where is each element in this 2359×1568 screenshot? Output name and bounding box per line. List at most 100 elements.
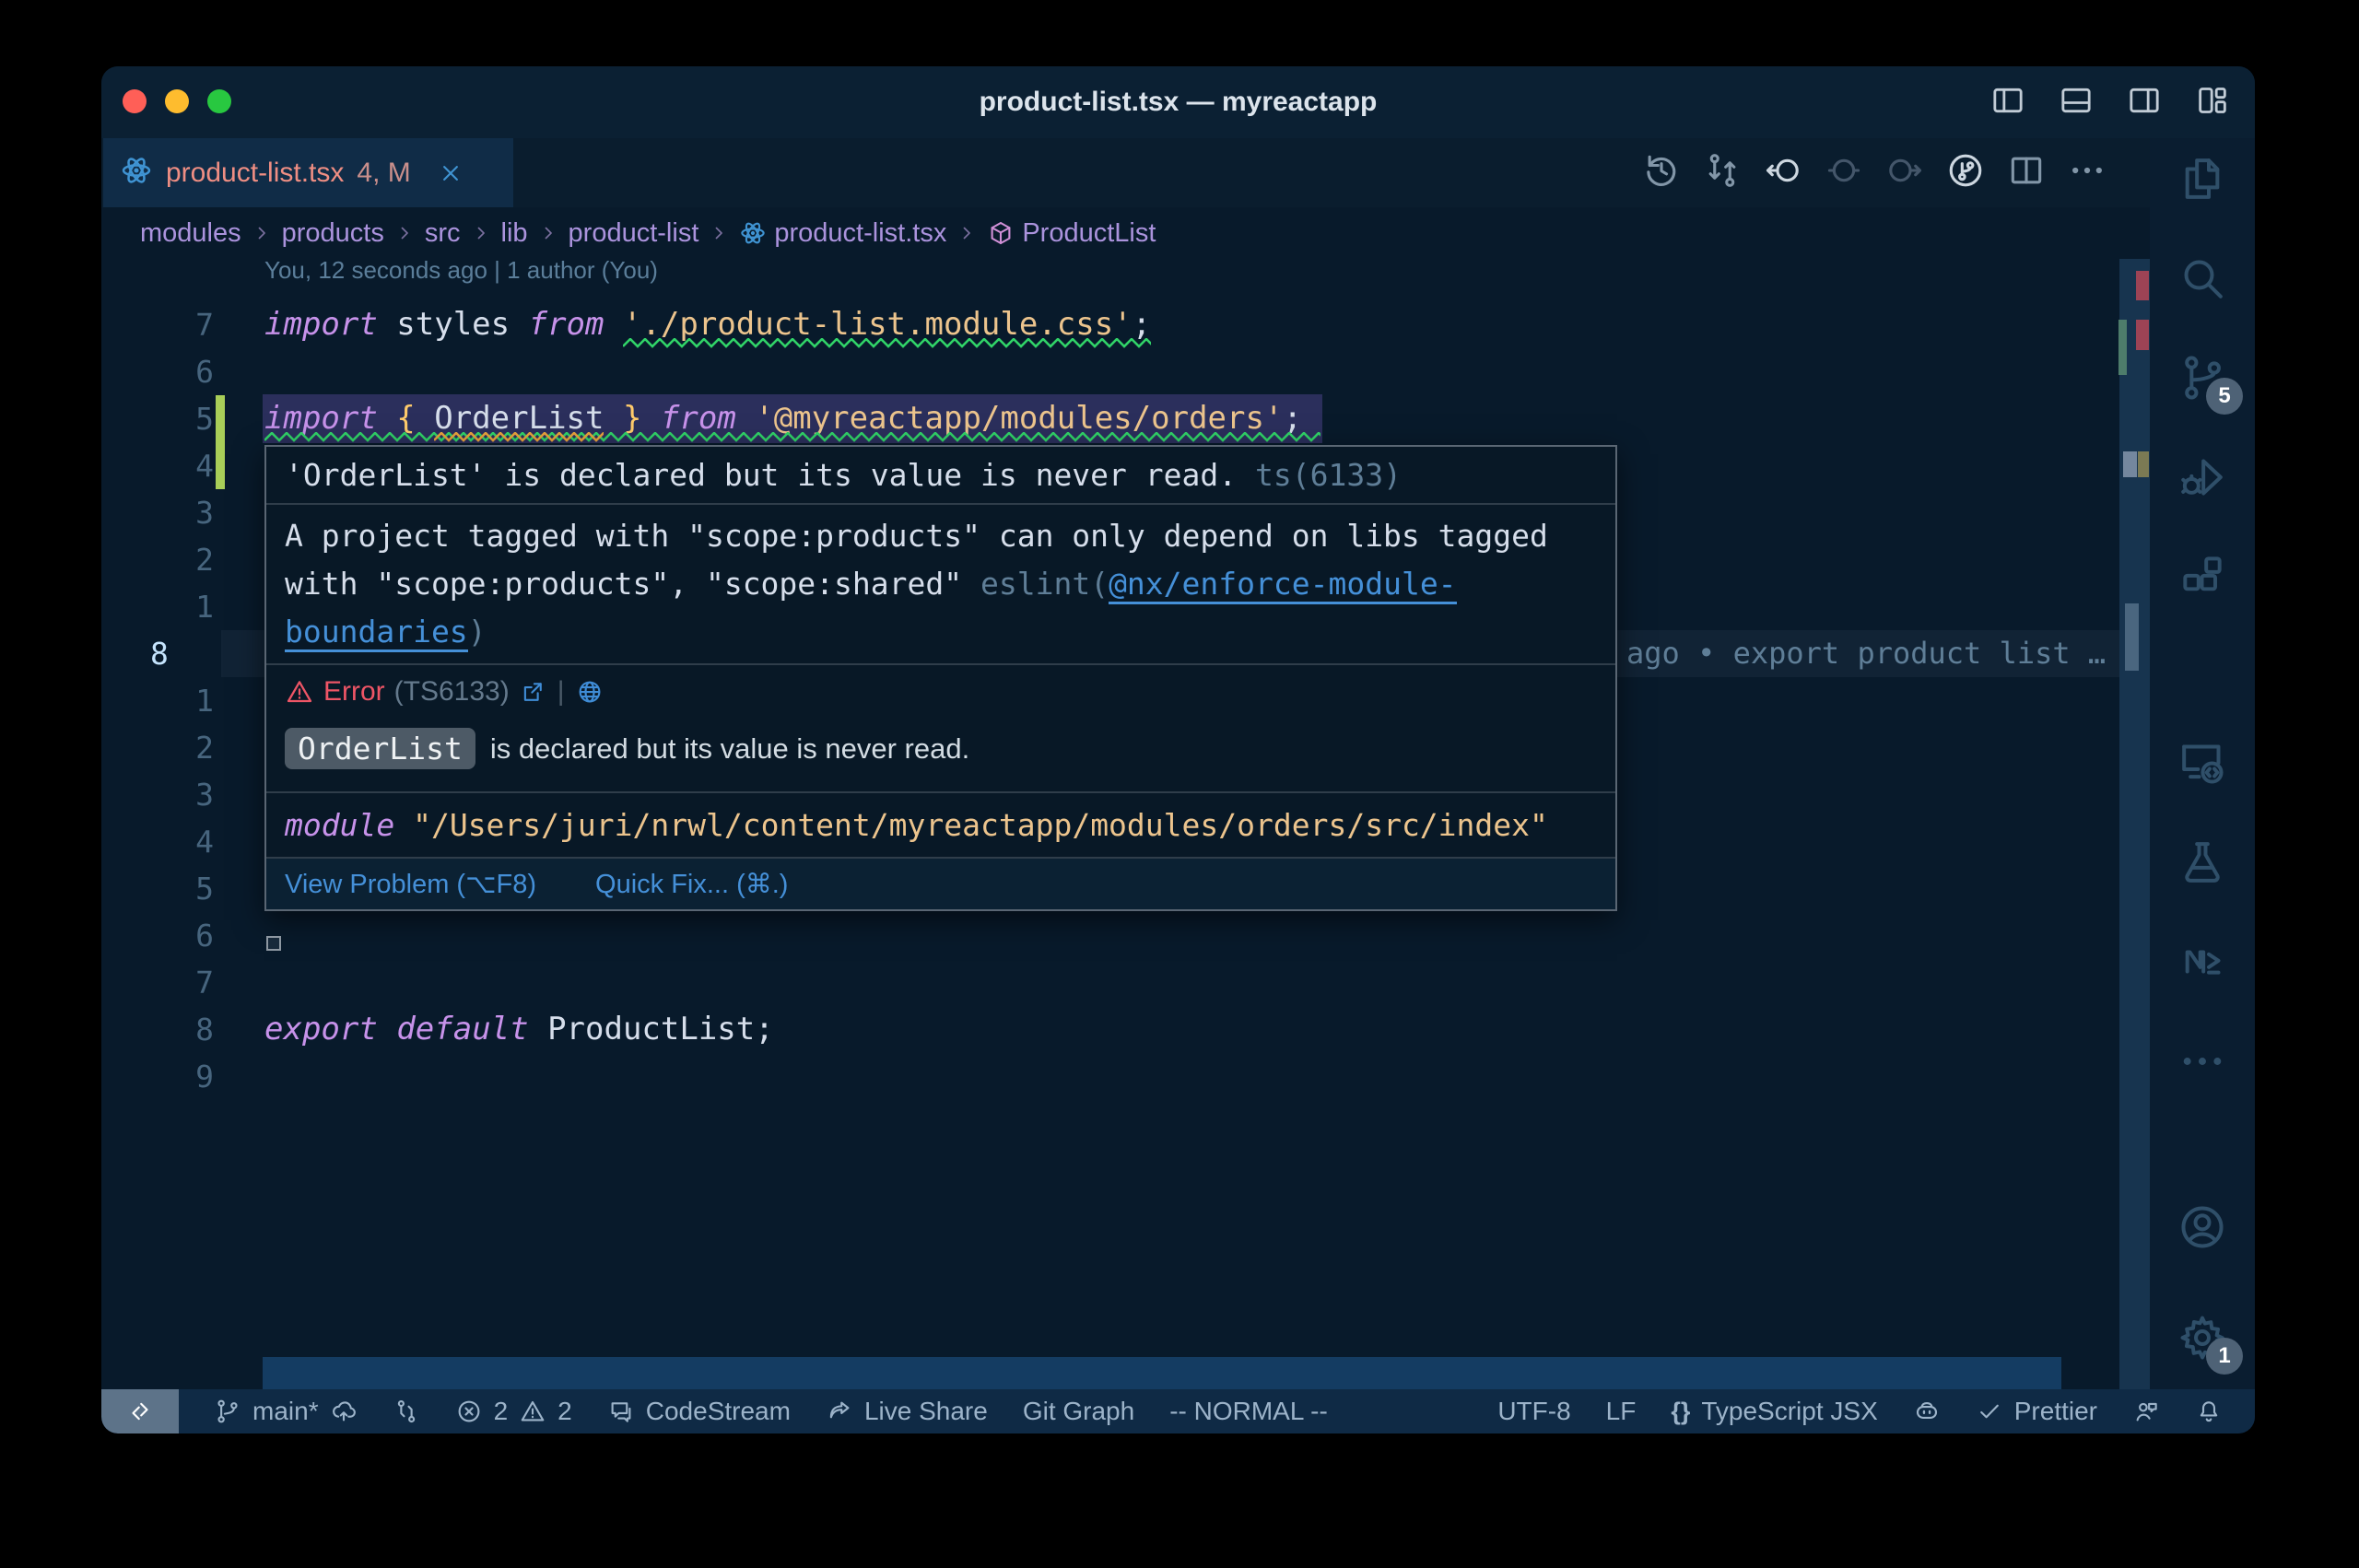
scrollbar-thumb[interactable] [2125,603,2139,671]
toggle-secondary-sidebar-button[interactable] [2126,82,2163,123]
next-change-button[interactable] [1884,150,1925,195]
close-icon [437,159,464,187]
git-branch-icon [214,1398,241,1425]
status-feedback[interactable] [2132,1398,2160,1425]
codelens-blame[interactable]: You, 12 seconds ago | 1 author (You) [264,256,658,285]
activity-bar: 5 1 [2150,138,2255,1389]
tab-bar: product-list.tsx 4, M [101,138,2255,207]
cursor-mark [2123,451,2137,477]
breadcrumb-item-lib[interactable]: lib [501,218,528,249]
activity-item-nx-console[interactable] [2177,936,2228,988]
status-problems[interactable]: 22 [455,1397,572,1426]
tab-product-list[interactable]: product-list.tsx 4, M [103,138,513,207]
activity-item-explorer[interactable] [2177,153,2228,205]
overview-ruler[interactable] [2119,259,2150,1389]
remote-icon [126,1398,154,1425]
previous-change-button[interactable] [1763,150,1803,195]
line-number: 6 [138,348,214,395]
cloud-upload-icon [330,1398,358,1425]
settings-badge: 1 [2206,1338,2243,1375]
breadcrumb-item-modules[interactable]: modules [140,218,241,249]
bell-icon [2195,1398,2223,1425]
customize-layout-button[interactable] [2194,82,2231,123]
eslint-rule-link[interactable]: boundaries [285,614,468,652]
check-icon [1976,1398,2003,1425]
activity-item-run-debug[interactable] [2177,451,2228,503]
activity-item-source-control[interactable]: 5 [2177,352,2228,404]
hover-error-section: Error (TS6133) | OrderList is declared b… [266,665,1615,793]
activity-item-more-views[interactable] [2177,1036,2228,1087]
more-actions-button[interactable] [2067,150,2107,195]
activity-item-extensions[interactable] [2177,551,2228,603]
breadcrumb-item-product-list.tsx[interactable]: product-list.tsx [739,218,946,249]
status-git-graph[interactable]: Git Graph [1023,1397,1134,1426]
activity-item-search[interactable] [2177,252,2228,304]
horizontal-scrollbar[interactable] [263,1357,2061,1389]
status-notifications[interactable] [2195,1398,2223,1425]
desktop: product-list.tsx — myreactapp product-li… [0,0,2359,1568]
line-import-orderlist[interactable]: import { OrderList } from '@myreactapp/m… [101,395,2119,442]
toggle-panel-button[interactable] [2058,82,2095,123]
chevron-right-icon [470,222,492,244]
eslint-rule-link[interactable]: @nx/enforce-module- [1109,566,1457,604]
open-changes-with-button[interactable] [1945,150,1986,195]
request-changes-icon [1702,150,1743,191]
line-export-default[interactable]: export default ProductList; [101,1006,2119,1053]
breadcrumb-item-src[interactable]: src [425,218,461,249]
error-mark [2136,271,2149,300]
chevron-right-icon [393,222,416,244]
line-import-styles[interactable]: import styles from './product-list.modul… [101,301,2119,348]
search-icon [2177,252,2228,304]
squiggle-underline [264,432,1320,442]
chevron-right-icon [956,222,978,244]
status-language-mode[interactable]: {}TypeScript JSX [1671,1397,1877,1426]
layout-controls [1989,66,2231,138]
breadcrumb-item-product-list[interactable]: product-list [569,218,699,249]
line-number: 7 [138,959,214,1006]
status-bar: main* 22 CodeStream Live Share Git Graph -- N… [101,1389,2255,1433]
status-eol[interactable]: LF [1606,1397,1637,1426]
activity-item-testing[interactable] [2177,837,2228,888]
close-tab-icon[interactable] [437,159,464,187]
current-change-button[interactable] [1824,150,1864,195]
status-vim-mode[interactable]: -- NORMAL -- [1169,1397,1328,1426]
globe-icon[interactable] [576,678,604,706]
status-remote-indicator[interactable] [101,1389,179,1433]
timeline-button[interactable] [1641,150,1682,195]
editor-actions [1641,138,2107,207]
panel-right-icon [2126,82,2163,119]
toggle-primary-sidebar-button[interactable] [1989,82,2026,123]
view-problem-link[interactable]: View Problem (⌥F8) [285,868,536,900]
activity-item-accounts[interactable] [2177,1201,2228,1253]
account-icon [2177,1201,2228,1253]
tooltip-resize-handle[interactable] [266,936,281,951]
quick-fix-link[interactable]: Quick Fix... (⌘.) [595,868,788,900]
globe-icon [576,678,604,706]
breadcrumb-item-ProductList[interactable]: ProductList [987,218,1156,249]
breadcrumb-item-products[interactable]: products [282,218,384,249]
status-live-share[interactable]: Live Share [826,1397,988,1426]
error-mark [2136,320,2149,350]
hover-module-path: module "/Users/juri/nrwl/content/myreact… [266,793,1615,859]
status-branch[interactable]: main* [214,1397,358,1426]
status-prettier[interactable]: Prettier [1976,1397,2097,1426]
chevron-right-icon [708,222,730,244]
comment-icon [607,1398,635,1425]
squiggle-underline [623,338,1151,348]
open-changes-button[interactable] [1702,150,1743,195]
activity-item-settings[interactable]: 1 [2177,1312,2228,1363]
warning-triangle-icon [519,1398,546,1425]
status-encoding[interactable]: UTF-8 [1497,1397,1570,1426]
panel-bottom-icon [2058,82,2095,119]
external-link-icon[interactable] [519,678,546,706]
activity-item-remote-explorer[interactable] [2177,737,2228,789]
circle-dash-icon [1824,150,1864,191]
split-editor-button[interactable] [2006,150,2047,195]
status-gitlens-compare[interactable] [393,1398,420,1425]
status-copilot[interactable] [1913,1398,1941,1425]
extensions-icon [2177,551,2228,603]
panel-left-icon [1989,82,2026,119]
git-compare-icon [393,1398,420,1425]
status-codestream[interactable]: CodeStream [607,1397,791,1426]
titlebar: product-list.tsx — myreactapp [101,66,2255,138]
